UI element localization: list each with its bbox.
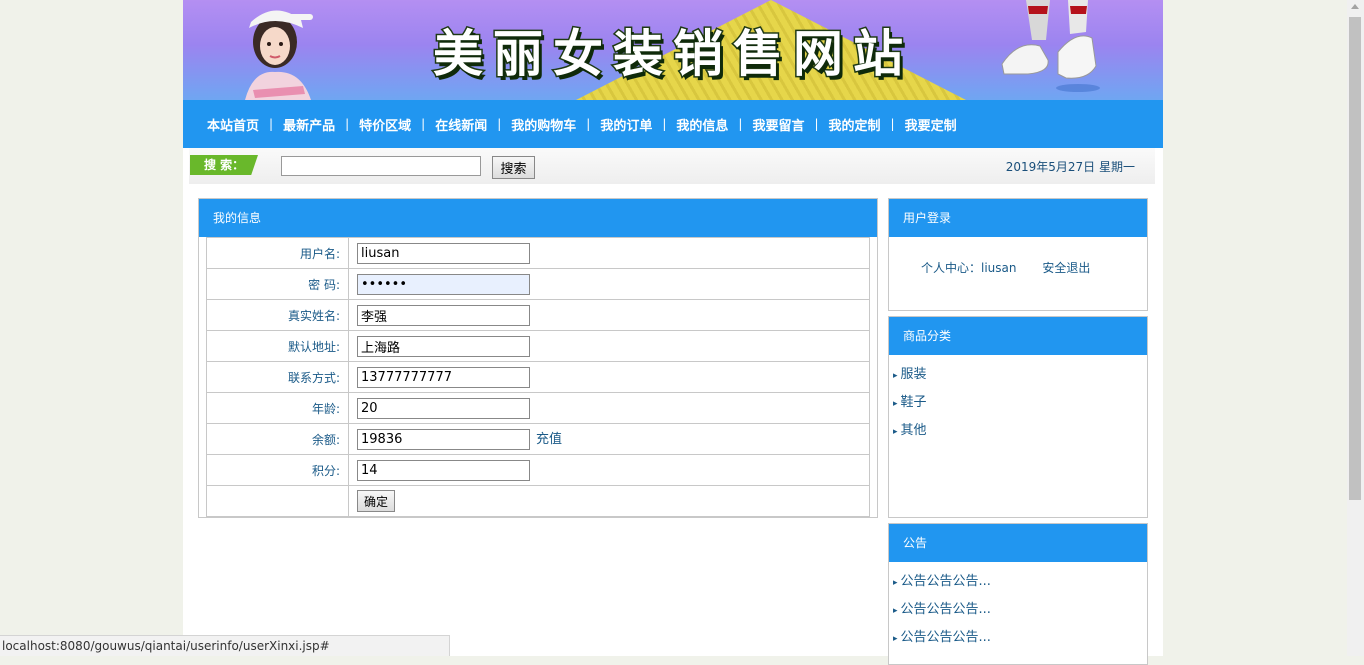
contact-field[interactable] (357, 366, 530, 388)
bullet-icon: ▸ (893, 399, 898, 409)
list-item: ▸ 公告公告公告... (893, 600, 1147, 628)
bullet-icon: ▸ (893, 606, 898, 616)
bullet-icon: ▸ (893, 427, 898, 437)
personal-center-link[interactable]: liusan (981, 261, 1016, 275)
form-row: 确定 (206, 485, 870, 517)
recharge-link[interactable]: 充值 (536, 432, 562, 447)
scroll-up-arrow-icon[interactable] (1351, 4, 1359, 9)
sneaker-image (1001, 0, 1100, 92)
username-label: 用户名: (206, 237, 349, 269)
form-row: 积分: (206, 454, 870, 486)
notice-panel: 公告 ▸ 公告公告公告... ▸ 公告公告公告... ▸ 公告公告公告... (888, 523, 1148, 665)
category-panel-title: 商品分类 (889, 317, 1147, 355)
user-info-form: 用户名: 密 码: 真实姓名: 默认地址: 联系方式: (206, 237, 870, 517)
user-login-panel: 用户登录 个人中心：liusan 安全退出 (888, 198, 1148, 311)
search-button[interactable]: 搜索 (492, 156, 535, 179)
points-label: 积分: (206, 454, 349, 486)
nav-my-orders[interactable]: 我的订单 (590, 115, 662, 134)
nav-special-offers[interactable]: 特价区域 (349, 115, 421, 134)
confirm-button[interactable]: 确定 (357, 490, 396, 512)
category-panel: 商品分类 ▸ 服装 ▸ 鞋子 ▸ 其他 (888, 316, 1148, 518)
notice-link[interactable]: 公告公告公告... (901, 574, 991, 589)
personal-center-label: 个人中心： (921, 261, 982, 275)
category-list: ▸ 服装 ▸ 鞋子 ▸ 其他 (889, 355, 1147, 449)
notice-link[interactable]: 公告公告公告... (901, 602, 991, 617)
contact-label: 联系方式: (206, 361, 349, 393)
list-item: ▸ 鞋子 (893, 393, 1147, 421)
search-label: 搜 索： (190, 155, 258, 175)
model-girl-image (245, 10, 313, 100)
bullet-icon: ▸ (893, 371, 898, 381)
site-title: 美丽女装销售网站 (432, 24, 913, 85)
form-row: 联系方式: (206, 361, 870, 393)
page-scrollbar[interactable] (1347, 0, 1364, 656)
form-row: 真实姓名: (206, 299, 870, 331)
list-item: ▸ 公告公告公告... (893, 628, 1147, 656)
list-item: ▸ 公告公告公告... (893, 572, 1147, 600)
password-field[interactable] (357, 273, 530, 295)
bullet-icon: ▸ (893, 578, 898, 588)
page-container: 美丽女装销售网站 本站首页 | 最新产品 | 特价区域 | 在线新闻 | 我的购物车 | … (183, 0, 1163, 665)
notice-list: ▸ 公告公告公告... ▸ 公告公告公告... ▸ 公告公告公告... (889, 562, 1147, 656)
search-bar: 搜 索： 搜索 2019年5月27日 星期一 (189, 148, 1155, 184)
notice-link[interactable]: 公告公告公告... (901, 630, 991, 645)
browser-status-bar: localhost:8080/gouwus/qiantai/userinfo/u… (0, 635, 450, 656)
nav-request-customization[interactable]: 我要定制 (895, 115, 967, 134)
current-date: 2019年5月27日 星期一 (1005, 160, 1135, 174)
form-row: 默认地址: (206, 330, 870, 362)
site-banner: 美丽女装销售网站 (183, 0, 1163, 100)
nav-new-products[interactable]: 最新产品 (273, 115, 345, 134)
panel-title: 我的信息 (199, 199, 877, 237)
empty-cell (206, 485, 349, 517)
nav-my-info[interactable]: 我的信息 (666, 115, 738, 134)
form-row: 年龄: (206, 392, 870, 424)
address-field[interactable] (357, 335, 530, 357)
nav-leave-message[interactable]: 我要留言 (742, 115, 814, 134)
nav-home[interactable]: 本站首页 (197, 115, 269, 134)
form-row: 用户名: (206, 237, 870, 269)
search-input[interactable] (281, 156, 481, 176)
password-label: 密 码: (206, 268, 349, 300)
main-nav: 本站首页 | 最新产品 | 特价区域 | 在线新闻 | 我的购物车 | 我的订单 | 我的信… (183, 100, 1163, 148)
nav-online-news[interactable]: 在线新闻 (425, 115, 497, 134)
balance-label: 余额: (206, 423, 349, 455)
realname-field[interactable] (357, 304, 530, 326)
form-row: 密 码: (206, 268, 870, 300)
balance-field[interactable] (357, 429, 530, 450)
login-status: 个人中心：liusan 安全退出 (889, 237, 1147, 276)
list-item: ▸ 其他 (893, 421, 1147, 449)
realname-label: 真实姓名: (206, 299, 349, 331)
nav-my-cart[interactable]: 我的购物车 (501, 115, 586, 134)
nav-my-customization[interactable]: 我的定制 (819, 115, 891, 134)
content-area: 我的信息 用户名: 密 码: 真实姓名: 默认地址: (189, 190, 1155, 665)
login-panel-title: 用户登录 (889, 199, 1147, 237)
my-info-panel: 我的信息 用户名: 密 码: 真实姓名: 默认地址: (198, 198, 878, 518)
age-field[interactable] (357, 397, 530, 419)
points-field[interactable] (357, 459, 530, 481)
list-item: ▸ 服装 (893, 365, 1147, 393)
category-link-shoes[interactable]: 鞋子 (901, 395, 927, 410)
username-field[interactable] (357, 242, 530, 264)
bullet-icon: ▸ (893, 634, 898, 644)
category-link-clothing[interactable]: 服装 (901, 367, 927, 382)
scrollbar-thumb[interactable] (1349, 17, 1361, 500)
logout-link[interactable]: 安全退出 (1042, 261, 1090, 275)
category-link-other[interactable]: 其他 (901, 423, 927, 438)
address-label: 默认地址: (206, 330, 349, 362)
form-row: 余额: 充值 (206, 423, 870, 455)
notice-panel-title: 公告 (889, 524, 1147, 562)
age-label: 年龄: (206, 392, 349, 424)
